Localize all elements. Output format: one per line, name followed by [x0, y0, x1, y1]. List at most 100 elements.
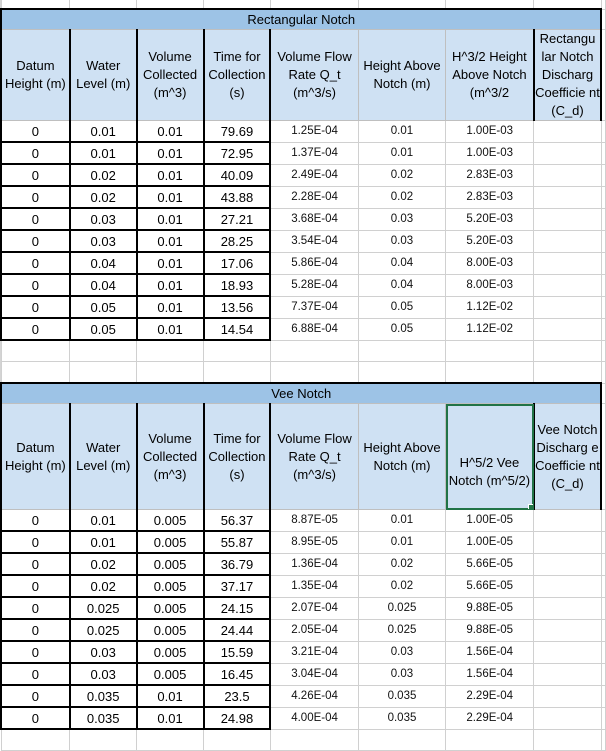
data-cell[interactable]: 0.01	[135, 251, 205, 275]
column-header[interactable]: Volume Flow Rate Q_t (m^3/s)	[269, 29, 359, 121]
data-cell[interactable]: 1.12E-02	[445, 317, 535, 341]
data-cell[interactable]: 2.28E-04	[269, 185, 359, 209]
data-cell[interactable]: 3.04E-04	[269, 662, 359, 686]
data-cell[interactable]: 5.20E-03	[445, 229, 535, 253]
data-cell[interactable]: 15.59	[202, 640, 272, 664]
data-cell[interactable]: 2.29E-04	[445, 706, 535, 730]
data-cell[interactable]: 0.02	[68, 552, 138, 576]
data-cell[interactable]: 9.88E-05	[445, 618, 535, 642]
data-cell[interactable]	[533, 618, 602, 642]
data-cell[interactable]	[533, 120, 602, 143]
empty-cell[interactable]	[203, 728, 271, 751]
data-cell[interactable]	[533, 662, 602, 686]
data-cell[interactable]: 0.025	[68, 618, 138, 642]
fill-handle[interactable]	[527, 504, 532, 509]
data-cell[interactable]: 27.21	[202, 207, 272, 231]
data-cell[interactable]: 1.00E-05	[445, 530, 535, 554]
data-cell[interactable]: 0	[0, 251, 71, 275]
data-cell[interactable]: 1.36E-04	[269, 552, 359, 576]
data-cell[interactable]: 43.88	[202, 185, 272, 209]
empty-cell[interactable]	[600, 684, 606, 708]
data-cell[interactable]: 0.02	[357, 163, 447, 187]
data-cell[interactable]	[533, 251, 602, 275]
empty-cell[interactable]	[600, 185, 606, 209]
data-cell[interactable]: 0.01	[135, 317, 205, 341]
data-cell[interactable]: 3.21E-04	[269, 640, 359, 664]
empty-cell[interactable]	[445, 339, 535, 362]
data-cell[interactable]: 0.005	[135, 574, 205, 598]
data-cell[interactable]: 0.005	[135, 552, 205, 576]
empty-cell[interactable]	[445, 0, 535, 10]
data-cell[interactable]: 4.26E-04	[269, 684, 359, 708]
data-cell[interactable]: 24.44	[202, 618, 272, 642]
data-cell[interactable]: 0.005	[135, 530, 205, 554]
data-cell[interactable]: 0	[0, 640, 71, 664]
data-cell[interactable]: 0	[0, 552, 71, 576]
data-cell[interactable]: 0.03	[357, 662, 447, 686]
empty-cell[interactable]	[357, 361, 447, 384]
empty-cell[interactable]	[136, 0, 204, 10]
data-cell[interactable]	[533, 530, 602, 554]
data-cell[interactable]: 0.01	[68, 509, 138, 532]
data-cell[interactable]: 0.005	[135, 618, 205, 642]
data-cell[interactable]: 0	[0, 596, 71, 620]
data-cell[interactable]: 0.02	[357, 185, 447, 209]
data-cell[interactable]: 0	[0, 574, 71, 598]
empty-cell[interactable]	[0, 339, 71, 362]
data-cell[interactable]: 0.01	[135, 229, 205, 253]
data-cell[interactable]	[533, 684, 602, 708]
data-cell[interactable]: 0.035	[68, 706, 138, 730]
data-cell[interactable]: 0.025	[68, 596, 138, 620]
data-cell[interactable]: 2.83E-03	[445, 163, 535, 187]
data-cell[interactable]: 0.01	[357, 509, 447, 532]
data-cell[interactable]: 36.79	[202, 552, 272, 576]
data-cell[interactable]: 0.01	[135, 207, 205, 231]
column-header[interactable]: Height Above Notch (m)	[357, 403, 447, 510]
data-cell[interactable]: 16.45	[202, 662, 272, 686]
empty-cell[interactable]	[600, 141, 606, 165]
data-cell[interactable]: 55.87	[202, 530, 272, 554]
data-cell[interactable]: 0.01	[135, 295, 205, 319]
data-cell[interactable]: 0.01	[68, 120, 138, 143]
data-cell[interactable]: 0	[0, 229, 71, 253]
data-cell[interactable]: 0	[0, 141, 71, 165]
data-cell[interactable]: 0.01	[135, 185, 205, 209]
data-cell[interactable]: 0.01	[68, 530, 138, 554]
data-cell[interactable]: 0.03	[357, 640, 447, 664]
column-header[interactable]: Volume Collected (m^3)	[135, 29, 205, 121]
data-cell[interactable]: 17.06	[202, 251, 272, 275]
data-cell[interactable]: 0.01	[135, 273, 205, 297]
data-cell[interactable]: 0	[0, 317, 71, 341]
empty-cell[interactable]	[600, 618, 606, 642]
empty-cell[interactable]	[203, 339, 271, 362]
data-cell[interactable]: 18.93	[202, 273, 272, 297]
empty-cell[interactable]	[600, 574, 606, 598]
empty-cell[interactable]	[600, 728, 606, 751]
empty-cell[interactable]	[600, 120, 606, 143]
column-header[interactable]: Water Level (m)	[68, 403, 138, 510]
data-cell[interactable]: 0.03	[68, 229, 138, 253]
empty-cell[interactable]	[269, 0, 359, 10]
data-cell[interactable]: 5.66E-05	[445, 574, 535, 598]
data-cell[interactable]: 23.5	[202, 684, 272, 708]
empty-cell[interactable]	[600, 251, 606, 275]
empty-cell[interactable]	[600, 552, 606, 576]
empty-cell[interactable]	[203, 361, 271, 384]
empty-cell[interactable]	[600, 163, 606, 187]
data-cell[interactable]: 5.66E-05	[445, 552, 535, 576]
empty-cell[interactable]	[600, 317, 606, 341]
data-cell[interactable]: 0	[0, 120, 71, 143]
data-cell[interactable]: 0.02	[68, 163, 138, 187]
data-cell[interactable]: 72.95	[202, 141, 272, 165]
column-header[interactable]: H^5/2 Vee Notch (m^5/2)	[445, 403, 535, 510]
column-header[interactable]: Vee Notch Discharg e Coefficie nt (C_d)	[532, 403, 603, 510]
data-cell[interactable]: 0.02	[357, 552, 447, 576]
empty-cell[interactable]	[357, 339, 447, 362]
data-cell[interactable]: 0.02	[357, 574, 447, 598]
data-cell[interactable]: 0.04	[68, 251, 138, 275]
column-header[interactable]: H^3/2 Height Above Notch (m^3/2	[445, 29, 535, 121]
data-cell[interactable]: 1.56E-04	[445, 640, 535, 664]
data-cell[interactable]: 0	[0, 662, 71, 686]
data-cell[interactable]: 0	[0, 530, 71, 554]
data-cell[interactable]	[533, 596, 602, 620]
